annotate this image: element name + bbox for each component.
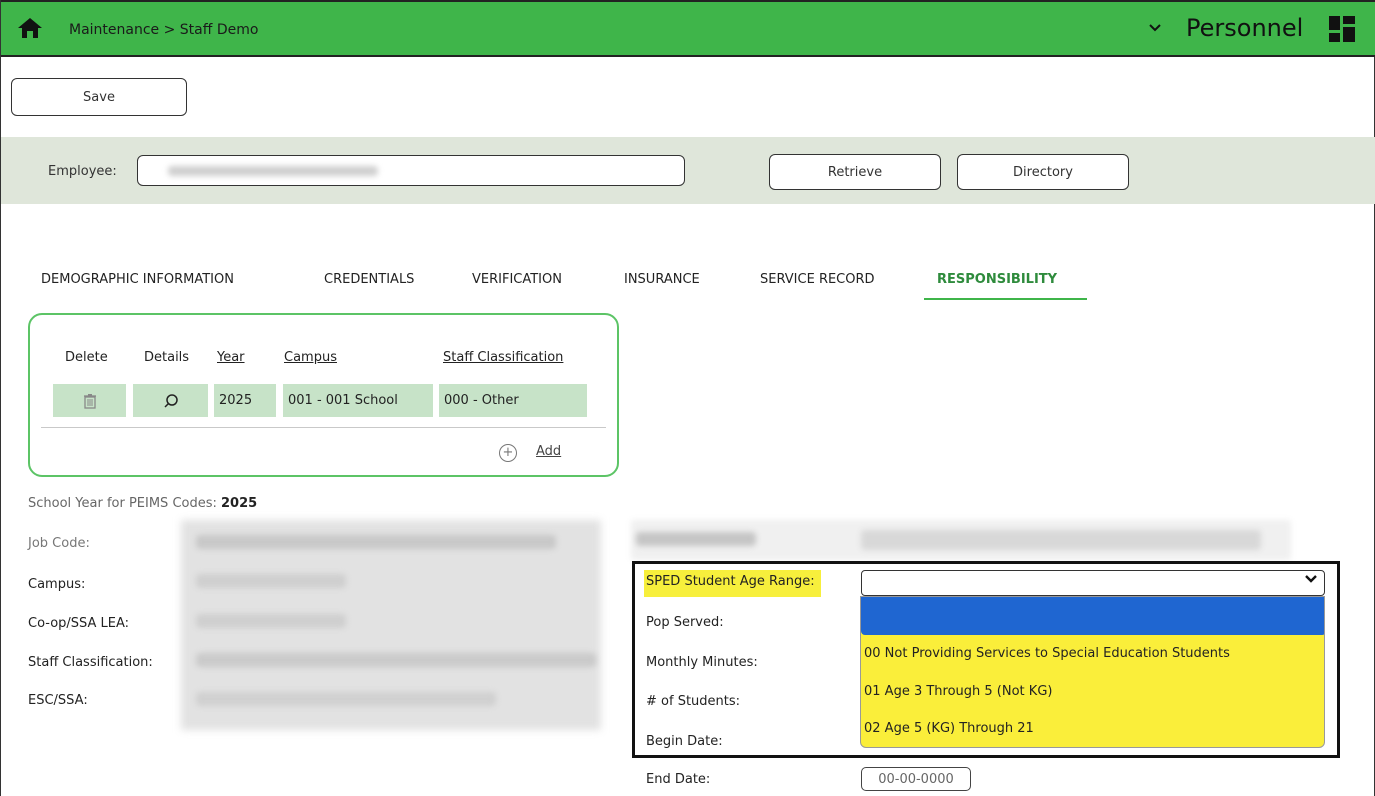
row-campus: 001 - 001 School [283, 384, 433, 417]
dropdown-option-02[interactable]: 02 Age 5 (KG) Through 21 [864, 721, 1034, 736]
header-details: Details [144, 350, 190, 365]
num-students-label: # of Students: [646, 694, 741, 709]
row-year: 2025 [214, 384, 276, 417]
dropdown-option-01[interactable]: 01 Age 3 Through 5 (Not KG) [864, 684, 1052, 699]
coop-ssa-lea-label: Co-op/SSA LEA: [28, 616, 130, 631]
row-divider [41, 427, 606, 428]
dropdown-option-empty[interactable] [861, 597, 1324, 635]
save-button[interactable]: Save [11, 78, 187, 116]
sped-age-range-select[interactable] [861, 570, 1325, 596]
begin-date-label: Begin Date: [646, 734, 723, 749]
tab-verification[interactable]: VERIFICATION [472, 272, 562, 287]
sped-age-range-label: SPED Student Age Range: [644, 570, 821, 597]
tab-credentials[interactable]: CREDENTIALS [324, 272, 414, 287]
end-date-input[interactable]: 00-00-0000 [861, 767, 971, 791]
chevron-down-icon[interactable] [1304, 573, 1318, 589]
tab-responsibility[interactable]: RESPONSIBILITY [937, 272, 1057, 287]
job-code-label: Job Code: [28, 536, 90, 551]
top-bar: Maintenance > Staff Demo Personnel [1, 0, 1375, 57]
app-title: Personnel [1186, 14, 1304, 42]
active-tab-indicator [924, 298, 1087, 300]
header-campus[interactable]: Campus [284, 350, 337, 365]
add-link[interactable]: Add [536, 444, 561, 459]
esc-ssa-label: ESC/SSA: [28, 693, 88, 708]
staff-classification-label: Staff Classification: [28, 655, 153, 670]
header-year[interactable]: Year [217, 350, 245, 365]
monthly-minutes-label: Monthly Minutes: [646, 655, 758, 670]
peims-year: School Year for PEIMS Codes: 2025 [28, 496, 257, 511]
retrieve-button[interactable]: Retrieve [769, 154, 941, 190]
peims-year-value: 2025 [221, 496, 258, 511]
employee-label: Employee: [48, 164, 117, 179]
chevron-down-icon[interactable] [1148, 19, 1162, 37]
end-date-label: End Date: [646, 772, 711, 787]
employee-input[interactable] [137, 155, 685, 186]
home-icon[interactable] [17, 16, 43, 40]
campus-label: Campus: [28, 577, 86, 592]
peims-year-label: School Year for PEIMS Codes: [28, 496, 217, 511]
row-staff-classification: 000 - Other [439, 384, 587, 417]
tab-service-record[interactable]: SERVICE RECORD [760, 272, 875, 287]
breadcrumb: Maintenance > Staff Demo [69, 22, 259, 38]
header-delete: Delete [65, 350, 108, 365]
dropdown-option-00[interactable]: 00 Not Providing Services to Special Edu… [864, 646, 1230, 661]
sped-age-range-dropdown: 00 Not Providing Services to Special Edu… [860, 596, 1325, 748]
add-circle-icon[interactable]: + [499, 444, 517, 462]
tab-demographic-information[interactable]: DEMOGRAPHIC INFORMATION [41, 272, 234, 287]
app-grid-icon[interactable] [1329, 16, 1355, 42]
search-icon[interactable] [133, 384, 208, 417]
pop-served-label: Pop Served: [646, 615, 724, 630]
trash-icon[interactable] [53, 384, 126, 417]
tab-insurance[interactable]: INSURANCE [624, 272, 700, 287]
directory-button[interactable]: Directory [957, 154, 1129, 190]
header-staff-classification[interactable]: Staff Classification [443, 350, 563, 365]
